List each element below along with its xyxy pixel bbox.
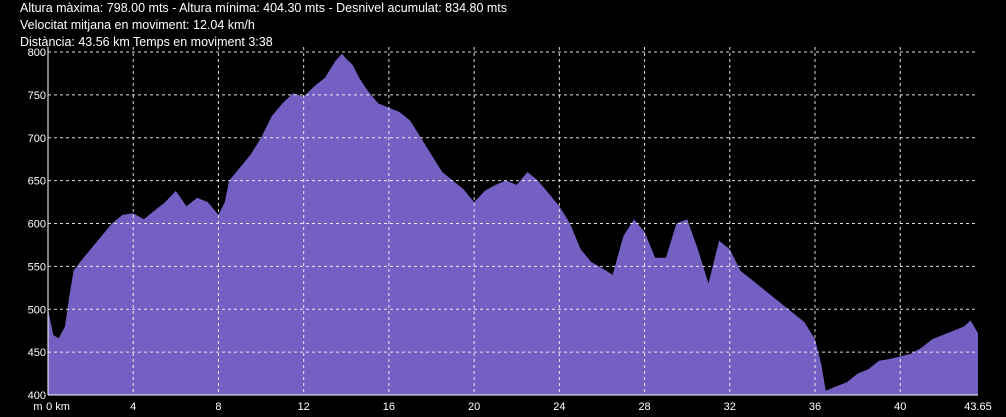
y-axis-labels: 400450500550600650700750800 (28, 47, 46, 402)
x-axis-labels: 0 km 4 8 12 16 20 24 28 32 36 40 43.65 (46, 401, 992, 413)
y-tick-label-700: 700 (28, 133, 46, 145)
elevation-area (48, 53, 978, 395)
elevation-profile-chart: 400450500550600650700750800 0 km 4 8 12 16 20… (28, 47, 992, 413)
x-tick-label-16: 16 (383, 401, 395, 413)
y-tick-label-550: 550 (28, 261, 46, 273)
x-tick-label-40: 40 (894, 401, 906, 413)
y-axis-unit-label: m (33, 401, 42, 413)
x-tick-label-8: 8 (215, 401, 221, 413)
x-tick-label-28: 28 (638, 401, 650, 413)
x-tick-label-36: 36 (809, 401, 821, 413)
x-tick-label-12: 12 (298, 401, 310, 413)
x-tick-label-20: 20 (468, 401, 480, 413)
x-tick-label-0 km: 0 km (46, 401, 70, 413)
y-tick-label-750: 750 (28, 90, 46, 102)
y-tick-label-800: 800 (28, 47, 46, 59)
y-tick-label-450: 450 (28, 347, 46, 359)
y-tick-label-650: 650 (28, 176, 46, 188)
y-tick-label-500: 500 (28, 304, 46, 316)
x-tick-label-43.65: 43.65 (964, 401, 992, 413)
x-tick-label-4: 4 (130, 401, 136, 413)
y-tick-label-600: 600 (28, 219, 46, 231)
x-tick-label-24: 24 (553, 401, 565, 413)
x-tick-label-32: 32 (724, 401, 736, 413)
